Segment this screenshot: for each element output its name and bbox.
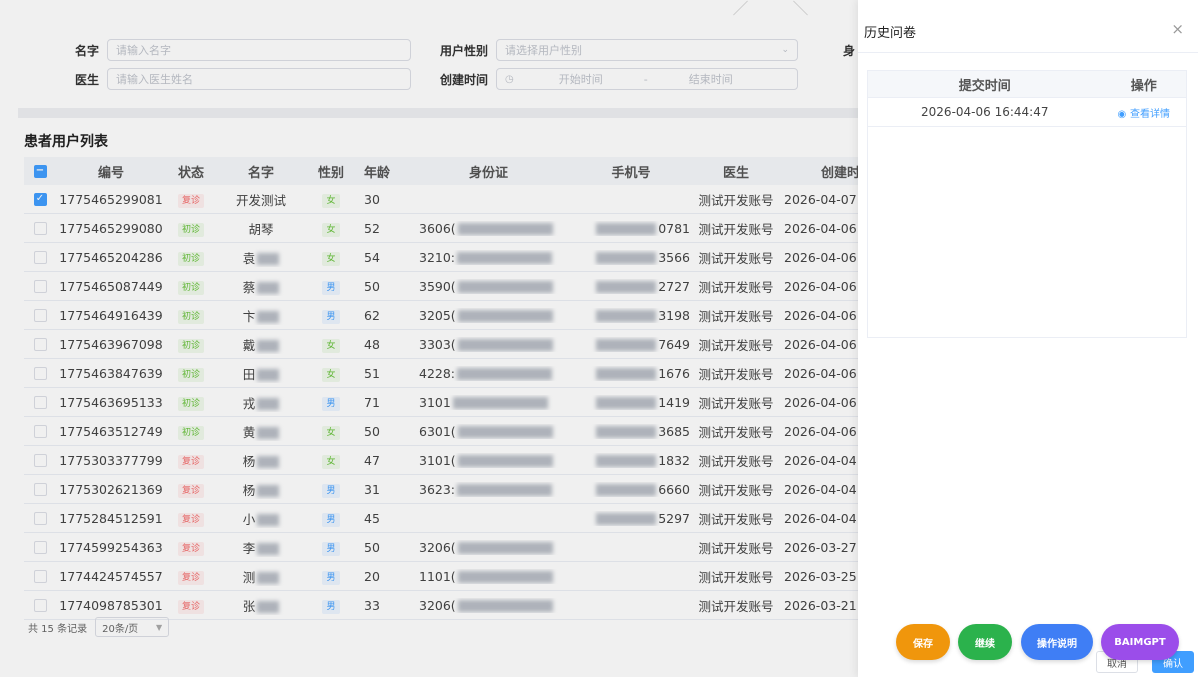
history-table-header: 提交时间 操作 xyxy=(868,71,1186,98)
eye-icon: ◉ xyxy=(1117,108,1127,120)
view-detail-link[interactable]: ◉ 查看详情 xyxy=(1102,105,1186,120)
help-button[interactable]: 操作说明 xyxy=(1021,624,1093,660)
continue-button[interactable]: 继续 xyxy=(958,624,1012,660)
save-button[interactable]: 保存 xyxy=(896,624,950,660)
col-header-submit-time: 提交时间 xyxy=(958,78,1011,94)
history-row: 2026-04-06 16:44:47 ◉ 查看详情 xyxy=(868,98,1186,127)
close-icon[interactable]: × xyxy=(1171,20,1184,38)
history-table: 提交时间 操作 2026-04-06 16:44:47 ◉ 查看详情 xyxy=(867,70,1187,338)
submit-time: 2026-04-06 16:44:47 xyxy=(921,105,1049,119)
col-header-action: 操作 xyxy=(1130,78,1157,94)
modal-mask[interactable] xyxy=(0,0,858,677)
drawer-title: 历史问卷 xyxy=(864,26,917,41)
baimgpt-button[interactable]: BAIMGPT xyxy=(1101,624,1179,660)
drawer-divider xyxy=(858,52,1198,53)
view-detail-label: 查看详情 xyxy=(1130,108,1171,120)
history-drawer: 历史问卷 × 提交时间 操作 2026-04-06 16:44:47 ◉ 查看详… xyxy=(858,0,1198,677)
